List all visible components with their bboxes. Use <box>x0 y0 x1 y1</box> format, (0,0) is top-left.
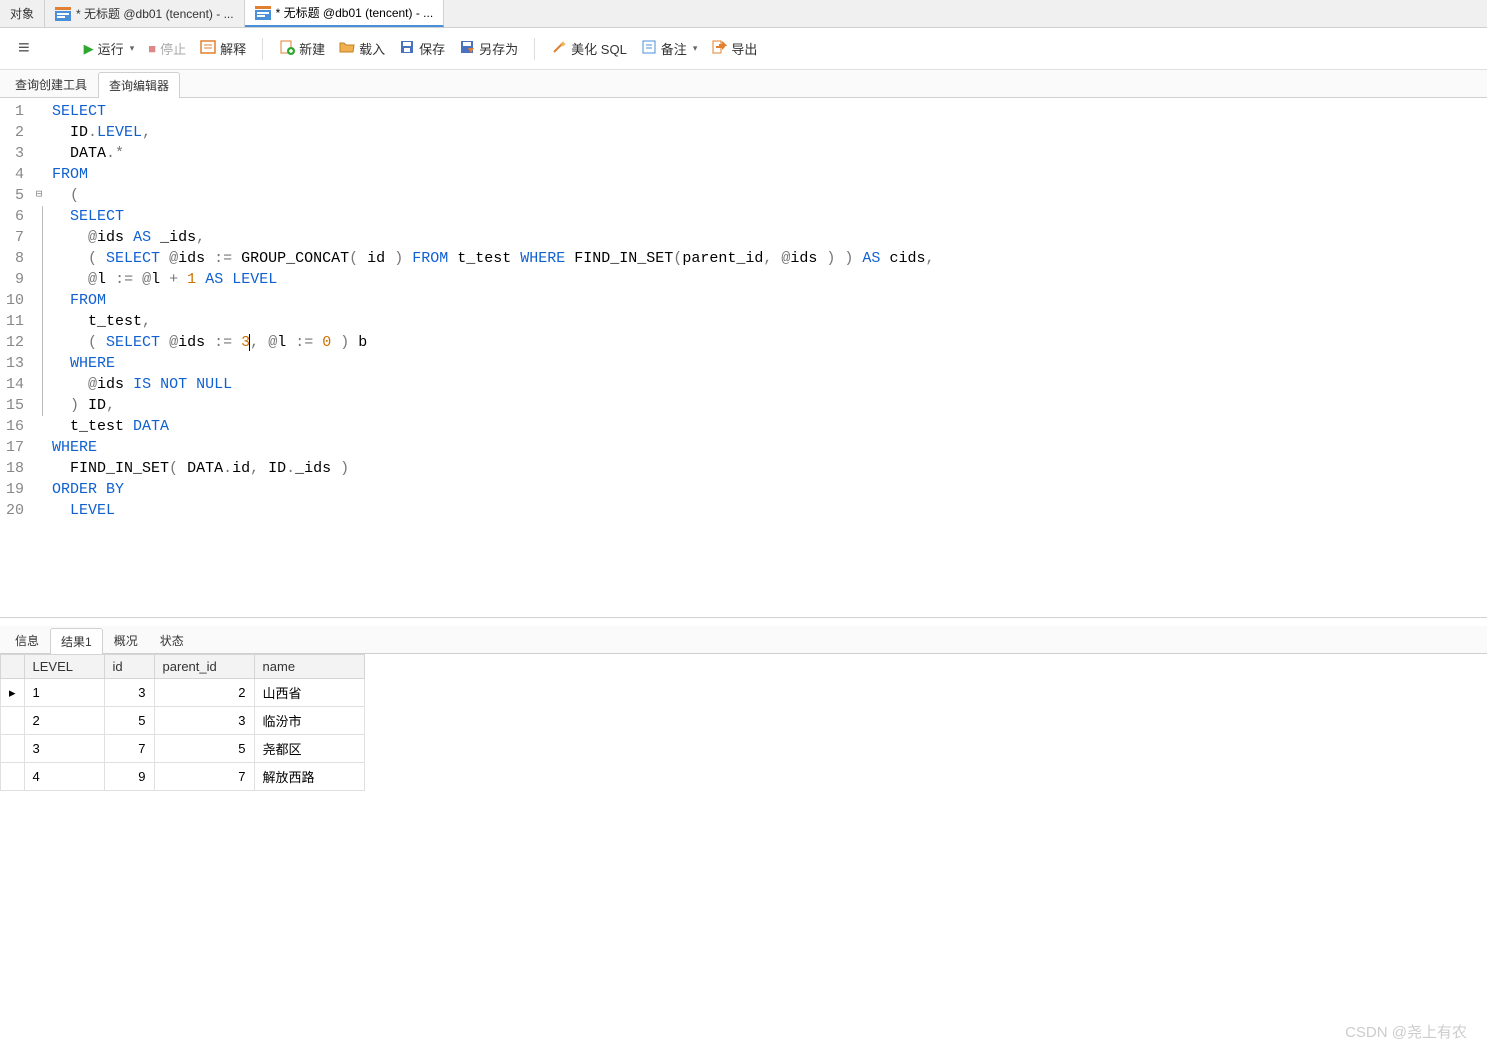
separator <box>262 38 263 60</box>
hamburger-icon[interactable]: ≡ <box>10 37 38 60</box>
tab-query-2[interactable]: * 无标题 @db01 (tencent) - ... <box>245 0 445 27</box>
save-as-icon <box>459 39 475 58</box>
tab-profile[interactable]: 概况 <box>103 627 149 653</box>
explain-label: 解释 <box>220 39 246 58</box>
export-label: 导出 <box>731 39 757 58</box>
notes-button[interactable]: 备注 ▾ <box>637 37 702 60</box>
wand-icon <box>551 39 567 58</box>
tab-status[interactable]: 状态 <box>149 627 195 653</box>
new-label: 新建 <box>299 39 325 58</box>
tab-info[interactable]: 信息 <box>4 627 50 653</box>
result-grid[interactable]: LEVELidparent_idname ▸132山西省253临汾市375尧都区… <box>0 654 365 791</box>
notes-icon <box>641 39 657 58</box>
tab-query-builder[interactable]: 查询创建工具 <box>4 71 98 97</box>
query-icon <box>55 7 71 21</box>
results-panel: 信息 结果1 概况 状态 LEVELidparent_idname ▸132山西… <box>0 626 1487 791</box>
save-label: 保存 <box>419 39 445 58</box>
tab-objects[interactable]: 对象 <box>0 0 45 27</box>
stop-button: ■ 停止 <box>144 37 190 60</box>
query-icon <box>255 6 271 20</box>
fold-column: ⊟ <box>32 98 46 617</box>
table-row[interactable]: 375尧都区 <box>1 735 365 763</box>
table-row[interactable]: 497解放西路 <box>1 763 365 791</box>
code-area[interactable]: SELECT ID.LEVEL, DATA.*FROM ( SELECT @id… <box>46 98 940 617</box>
table-row[interactable]: ▸132山西省 <box>1 679 365 707</box>
line-gutter: 1234567891011121314151617181920 <box>0 98 32 617</box>
new-icon <box>279 39 295 58</box>
col-parent_id[interactable]: parent_id <box>154 655 254 679</box>
new-button[interactable]: 新建 <box>275 37 329 60</box>
play-icon: ▶ <box>84 41 94 57</box>
save-icon <box>399 39 415 58</box>
editor-tabs: 查询创建工具 查询编辑器 <box>0 70 1487 98</box>
explain-button[interactable]: 解释 <box>196 37 250 60</box>
beautify-button[interactable]: 美化 SQL <box>547 37 631 60</box>
toolbar: ≡ ▶ 运行 ▾ ■ 停止 解释 新建 载入 保存 另存为 <box>0 28 1487 70</box>
save-button[interactable]: 保存 <box>395 37 449 60</box>
tab-query-1[interactable]: * 无标题 @db01 (tencent) - ... <box>45 0 245 27</box>
top-tabs: 对象 * 无标题 @db01 (tencent) - ... * 无标题 @db… <box>0 0 1487 28</box>
tab-1-label: * 无标题 @db01 (tencent) - ... <box>76 5 234 22</box>
watermark: CSDN @尧上有农 <box>1345 1021 1467 1042</box>
stop-icon: ■ <box>148 41 156 56</box>
folder-open-icon <box>339 39 355 58</box>
load-label: 载入 <box>359 39 385 58</box>
beautify-label: 美化 SQL <box>571 39 627 58</box>
tab-2-label: * 无标题 @db01 (tencent) - ... <box>276 4 434 21</box>
sql-editor[interactable]: 1234567891011121314151617181920 ⊟ SELECT… <box>0 98 1487 618</box>
run-label: 运行 <box>98 39 124 58</box>
col-LEVEL[interactable]: LEVEL <box>24 655 104 679</box>
objects-label: 对象 <box>10 5 34 22</box>
separator <box>534 38 535 60</box>
col-id[interactable]: id <box>104 655 154 679</box>
export-button[interactable]: 导出 <box>707 37 761 60</box>
explain-icon <box>200 39 216 58</box>
tab-query-editor[interactable]: 查询编辑器 <box>98 72 180 98</box>
export-icon <box>711 39 727 58</box>
run-button[interactable]: ▶ 运行 ▾ <box>80 37 139 60</box>
table-row[interactable]: 253临汾市 <box>1 707 365 735</box>
chevron-down-icon: ▾ <box>693 43 698 54</box>
save-as-button[interactable]: 另存为 <box>455 37 522 60</box>
chevron-down-icon: ▾ <box>130 43 135 54</box>
notes-label: 备注 <box>661 39 687 58</box>
col-name[interactable]: name <box>254 655 364 679</box>
result-tabs: 信息 结果1 概况 状态 <box>0 626 1487 654</box>
load-button[interactable]: 载入 <box>335 37 389 60</box>
tab-result1[interactable]: 结果1 <box>50 628 103 654</box>
save-as-label: 另存为 <box>479 39 518 58</box>
stop-label: 停止 <box>160 39 186 58</box>
